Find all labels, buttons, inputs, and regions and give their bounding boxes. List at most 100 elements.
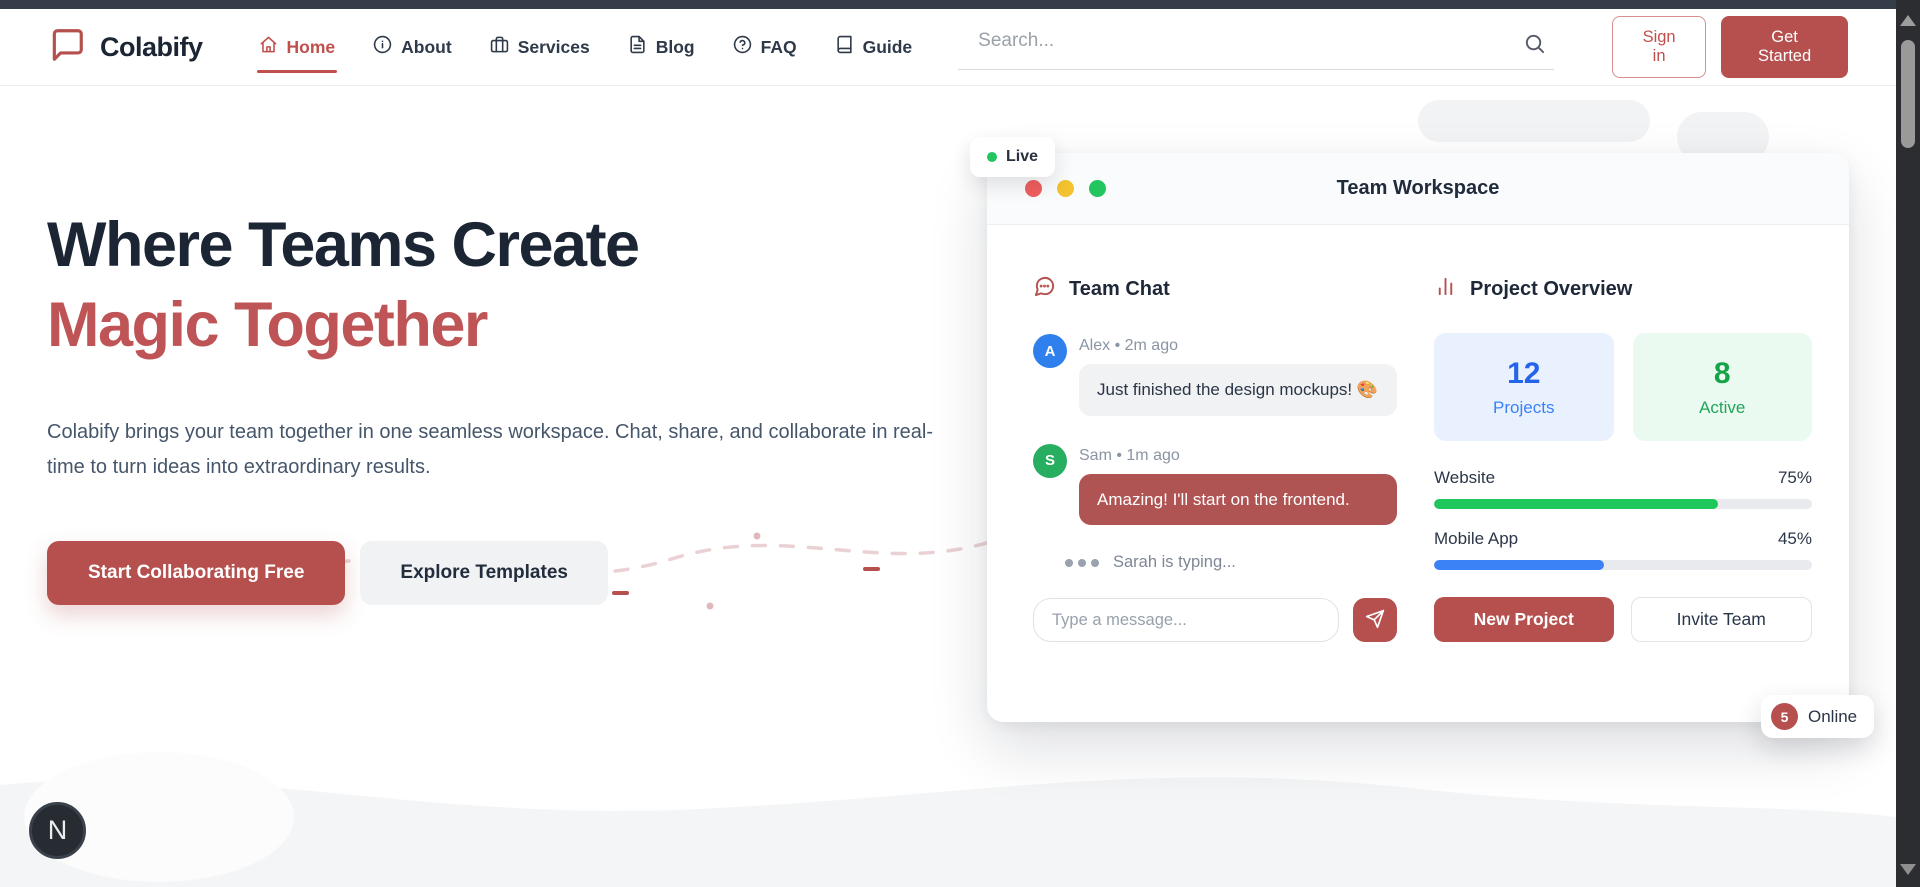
team-chat-section: Team Chat A Alex • 2m ago Just finished … <box>1033 275 1397 642</box>
team-chat-heading-row: Team Chat <box>1033 275 1397 304</box>
stats-row: 12 Projects 8 Active <box>1434 333 1812 441</box>
briefcase-icon <box>490 35 509 59</box>
workspace-title: Team Workspace <box>987 177 1849 200</box>
chat-icon <box>1033 275 1056 304</box>
overview-buttons: New Project Invite Team <box>1434 597 1812 642</box>
book-icon <box>835 35 854 59</box>
online-label: Online <box>1808 707 1857 727</box>
message-bubble: Just finished the design mockups! 🎨 <box>1079 364 1397 416</box>
progress-track <box>1434 499 1812 509</box>
message-body: Sam • 1m ago Amazing! I'll start on the … <box>1079 444 1397 526</box>
search-icon[interactable] <box>1523 32 1546 55</box>
window-controls <box>1025 180 1106 197</box>
nav-item-label: Blog <box>656 37 695 58</box>
send-button[interactable] <box>1353 598 1397 642</box>
live-badge: Live <box>970 137 1055 177</box>
nav-item-label: Guide <box>863 37 913 58</box>
nav-item-services[interactable]: Services <box>490 35 590 59</box>
typing-dots-icon <box>1065 559 1099 567</box>
progress-track <box>1434 560 1812 570</box>
chat-messages: A Alex • 2m ago Just finished the design… <box>1033 334 1397 525</box>
question-icon <box>733 35 752 59</box>
progress-fill <box>1434 560 1604 570</box>
progress-percent: 45% <box>1778 529 1812 549</box>
avatar: S <box>1033 444 1067 478</box>
typing-indicator: Sarah is typing... <box>1065 553 1397 572</box>
message-bubble: Amazing! I'll start on the frontend. <box>1079 474 1397 526</box>
progress-fill <box>1434 499 1718 509</box>
start-collaborating-button[interactable]: Start Collaborating Free <box>47 541 345 605</box>
sign-in-button[interactable]: Sign in <box>1612 16 1706 78</box>
auth-buttons: Sign in Get Started <box>1612 16 1848 78</box>
message-input[interactable] <box>1033 598 1339 642</box>
live-dot <box>987 152 997 162</box>
hero-title: Where Teams Create Magic Together <box>47 205 977 365</box>
send-icon <box>1365 609 1385 632</box>
hero-description: Colabify brings your team together in on… <box>47 415 952 485</box>
explore-templates-button[interactable]: Explore Templates <box>360 541 608 605</box>
live-label: Live <box>1006 148 1038 166</box>
progress-label: Website <box>1434 468 1495 488</box>
scroll-down-arrow[interactable] <box>1900 864 1916 875</box>
nav-item-blog[interactable]: Blog <box>628 35 695 59</box>
page-scrollbar[interactable] <box>1896 0 1920 887</box>
progress-row-website: Website 75% <box>1434 468 1812 509</box>
typing-text: Sarah is typing... <box>1113 553 1236 572</box>
online-badge: 5 Online <box>1761 695 1874 738</box>
team-chat-heading: Team Chat <box>1069 278 1170 301</box>
progress-head: Mobile App 45% <box>1434 529 1812 549</box>
stat-value: 8 <box>1714 357 1731 391</box>
nav-item-about[interactable]: About <box>373 35 452 59</box>
home-icon <box>259 35 278 59</box>
hero-section: Where Teams Create Magic Together Colabi… <box>47 205 977 605</box>
hero-title-line1: Where Teams Create <box>47 210 639 280</box>
chat-input-row <box>1033 598 1397 642</box>
chat-message: S Sam • 1m ago Amazing! I'll start on th… <box>1033 444 1397 526</box>
stat-card-projects: 12 Projects <box>1434 333 1614 441</box>
workspace-header: Team Workspace <box>987 153 1849 225</box>
stat-card-active: 8 Active <box>1633 333 1813 441</box>
message-body: Alex • 2m ago Just finished the design m… <box>1079 334 1397 416</box>
progress-label: Mobile App <box>1434 529 1518 549</box>
nav-item-label: Home <box>287 37 336 58</box>
invite-team-button[interactable]: Invite Team <box>1631 597 1813 642</box>
chat-message: A Alex • 2m ago Just finished the design… <box>1033 334 1397 416</box>
hero-title-line2: Magic Together <box>47 285 977 365</box>
message-meta: Alex • 2m ago <box>1079 334 1397 355</box>
workspace-body: Team Chat A Alex • 2m ago Just finished … <box>987 225 1849 642</box>
chat-bubble-logo-icon <box>48 26 86 69</box>
stat-label: Active <box>1699 398 1745 418</box>
search-input[interactable] <box>958 24 1554 52</box>
brand-name: Colabify <box>100 32 203 63</box>
nav-item-label: Services <box>518 37 590 58</box>
new-project-button[interactable]: New Project <box>1434 597 1614 642</box>
window-dot-red[interactable] <box>1025 180 1042 197</box>
stat-value: 12 <box>1507 357 1540 391</box>
document-icon <box>628 35 647 59</box>
message-meta: Sam • 1m ago <box>1079 444 1397 465</box>
nav-item-home[interactable]: Home <box>259 35 336 59</box>
window-dot-yellow[interactable] <box>1057 180 1074 197</box>
hero-cta-row: Start Collaborating Free Explore Templat… <box>47 541 977 605</box>
nav-item-label: About <box>401 37 452 58</box>
scroll-up-arrow[interactable] <box>1900 15 1916 26</box>
project-overview-section: Project Overview 12 Projects 8 Active We… <box>1434 275 1812 642</box>
browser-top-strip <box>0 0 1896 9</box>
dev-overlay-badge[interactable]: N <box>29 802 86 859</box>
scrollbar-thumb[interactable] <box>1901 40 1915 148</box>
nav-item-guide[interactable]: Guide <box>835 35 913 59</box>
progress-row-mobile-app: Mobile App 45% <box>1434 529 1812 570</box>
workspace-card: Live Team Workspace <box>987 153 1849 722</box>
progress-head: Website 75% <box>1434 468 1812 488</box>
online-count: 5 <box>1771 703 1798 730</box>
nav-item-faq[interactable]: FAQ <box>733 35 797 59</box>
brand-logo[interactable]: Colabify <box>48 26 203 69</box>
avatar: A <box>1033 334 1067 368</box>
bar-chart-icon <box>1434 275 1457 304</box>
info-icon <box>373 35 392 59</box>
get-started-button[interactable]: Get Started <box>1721 16 1848 78</box>
decor-blob <box>1418 100 1650 142</box>
nav-item-label: FAQ <box>761 37 797 58</box>
project-overview-heading: Project Overview <box>1470 278 1632 301</box>
window-dot-green[interactable] <box>1089 180 1106 197</box>
